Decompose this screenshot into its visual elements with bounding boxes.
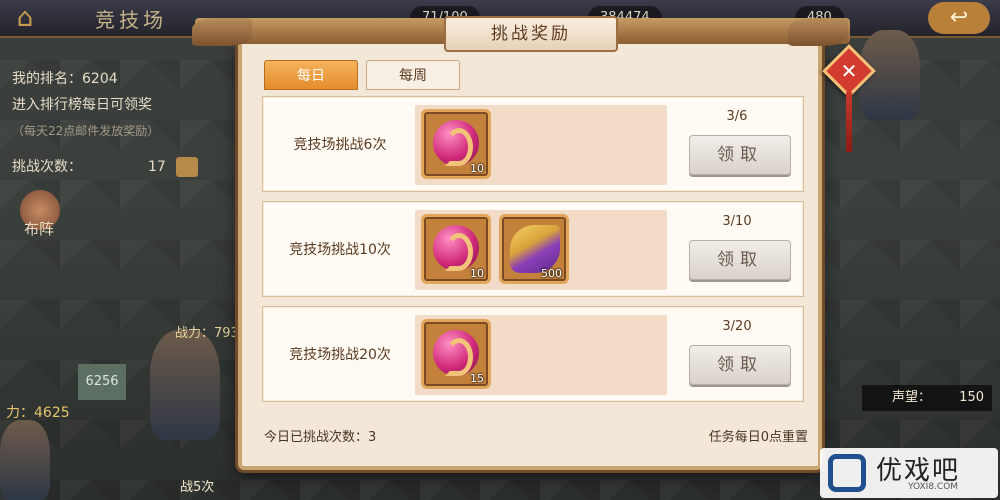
challenge-count-today: 今日已挑战次数：3 — [264, 429, 377, 445]
modal-footer: 今日已挑战次数：3 任务每日0点重置 — [262, 420, 810, 450]
player-banner: 6256 — [78, 364, 126, 400]
soul-orb-icon — [433, 120, 479, 166]
claim-button[interactable]: 领取 — [689, 240, 791, 280]
rank-label: 我的排名：6204 — [12, 71, 118, 87]
task-progress: 3/6 — [726, 109, 748, 124]
watermark-logo-icon — [828, 454, 866, 492]
close-icon: ✕ — [840, 59, 858, 83]
reputation-tag: 声望： 150 — [862, 385, 992, 411]
back-button[interactable]: ↩ — [928, 2, 990, 34]
reputation-value: 150 — [959, 390, 984, 405]
reward-item[interactable]: 15 — [421, 319, 491, 389]
opponent-power: 战力：7932 — [175, 326, 248, 341]
task-name: 竞技场挑战20次 — [289, 347, 391, 363]
war-horn-icon — [510, 225, 560, 273]
player-character — [0, 420, 50, 500]
reward-item[interactable]: 10 — [421, 214, 491, 284]
opponent-character[interactable] — [150, 330, 220, 440]
home-icon[interactable]: ⌂ — [8, 2, 42, 34]
task-row: 竞技场挑战6次 10 3/6 领取 — [262, 96, 804, 192]
soul-orb-icon — [433, 225, 479, 271]
add-tries-button[interactable] — [175, 157, 198, 177]
task-list: 竞技场挑战6次 10 3/6 领取 竞技场挑战10次 10 500 3/10 领… — [262, 96, 804, 411]
tab-daily[interactable]: 每日 — [264, 60, 358, 90]
soul-orb-icon — [433, 330, 479, 376]
task-row: 竞技场挑战20次 15 3/20 领取 — [262, 306, 804, 402]
task-row: 竞技场挑战10次 10 500 3/10 领取 — [262, 201, 804, 297]
reward-count: 15 — [470, 372, 484, 385]
reset-notice: 任务每日0点重置 — [708, 429, 808, 445]
reward-item[interactable]: 500 — [499, 214, 569, 284]
reward-strip: 10 500 — [415, 210, 667, 290]
task-name: 竞技场挑战6次 — [293, 137, 387, 153]
task-progress: 3/10 — [722, 214, 752, 229]
player-power-box: 6256 力：4625 — [6, 364, 126, 422]
fight-count-label: 战5次 — [180, 480, 215, 495]
rank-panel: 我的排名：6204 进入排行榜每日可领奖 （每天22点邮件发放奖励） 挑战次数：… — [12, 66, 198, 180]
task-progress: 3/20 — [722, 319, 752, 334]
header-ornament-left — [192, 18, 252, 46]
tries-row: 挑战次数： 17 — [12, 154, 198, 180]
tries-value: 17 — [148, 159, 166, 175]
rank-hint: 进入排行榜每日可领奖 — [12, 97, 152, 113]
player-power: 力：4625 — [6, 405, 70, 421]
reputation-label: 声望： — [892, 390, 932, 405]
reward-count: 500 — [541, 267, 562, 280]
tassel-decoration — [846, 92, 852, 152]
site-watermark: 优戏吧 YOXI8.COM — [820, 448, 998, 498]
watermark-url: YOXI8.COM — [908, 482, 959, 492]
tab-bar: 每日 每周 — [264, 60, 460, 90]
reward-strip: 15 — [415, 315, 667, 395]
scene-title: 竞技场 — [95, 8, 167, 32]
rank-subtext: （每天22点邮件发放奖励） — [12, 124, 160, 138]
claim-button[interactable]: 领取 — [689, 135, 791, 175]
tries-label: 挑战次数： — [12, 159, 82, 175]
modal-title: 挑战奖励 — [444, 16, 618, 52]
reward-item[interactable]: 10 — [421, 109, 491, 179]
lineup-label: 布阵 — [24, 220, 55, 238]
reward-strip: 10 — [415, 105, 667, 185]
header-ornament-right — [788, 18, 848, 46]
tab-weekly[interactable]: 每周 — [366, 60, 460, 90]
claim-button[interactable]: 领取 — [689, 345, 791, 385]
task-name: 竞技场挑战10次 — [289, 242, 391, 258]
reward-count: 10 — [470, 162, 484, 175]
reward-count: 10 — [470, 267, 484, 280]
